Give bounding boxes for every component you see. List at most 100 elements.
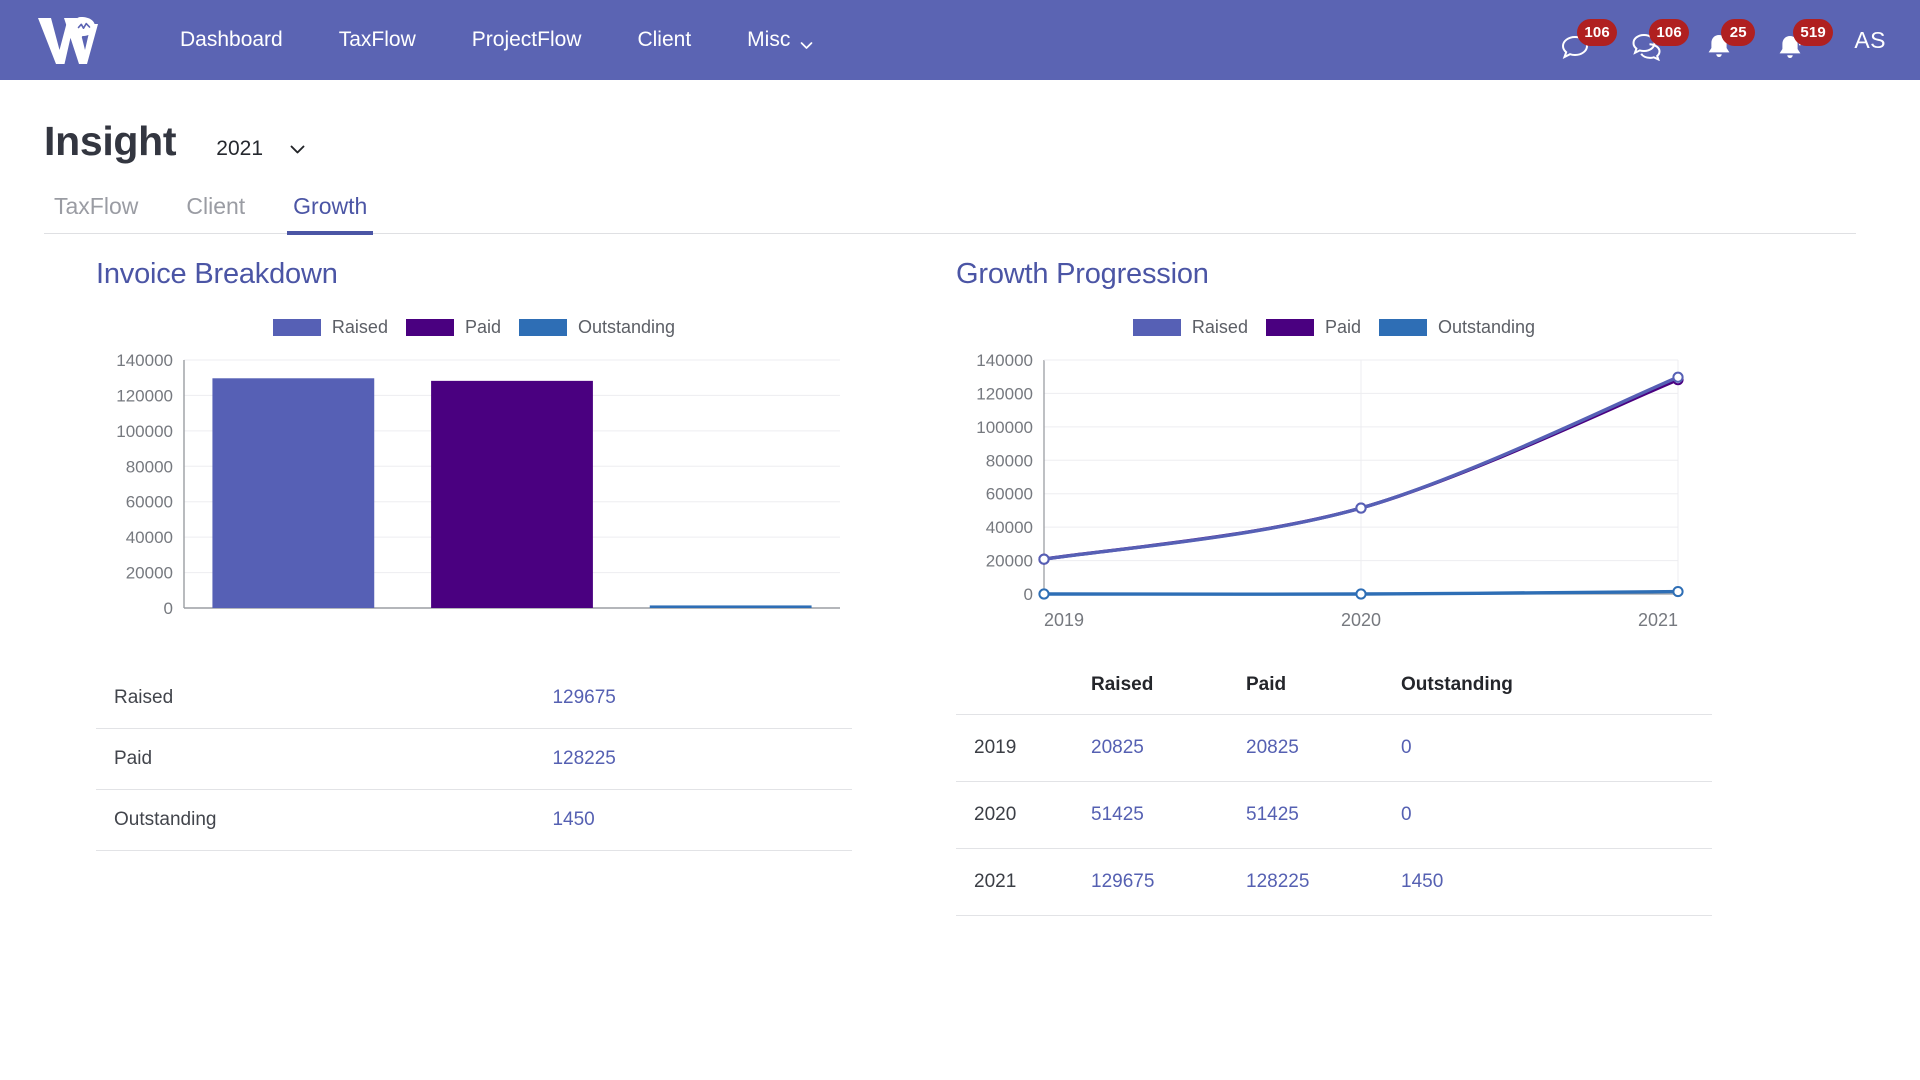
growth-row-raised: 51425 xyxy=(1091,781,1246,849)
svg-text:60000: 60000 xyxy=(126,493,173,512)
messages-badge: 106 xyxy=(1577,19,1617,46)
tab-taxflow[interactable]: TaxFlow xyxy=(44,193,162,233)
tab-client-label: Client xyxy=(186,193,246,219)
insight-tabs: TaxFlow Client Growth xyxy=(44,193,1856,235)
year-selector[interactable]: 2021 xyxy=(216,137,306,165)
nav-link-taxflow[interactable]: TaxFlow xyxy=(311,28,444,52)
legend-item-paid[interactable]: Paid xyxy=(405,317,501,338)
legend-item-paid[interactable]: Paid xyxy=(1265,317,1361,338)
invoice-row-label: Outstanding xyxy=(96,789,535,851)
tab-taxflow-label: TaxFlow xyxy=(54,193,139,219)
page-title: Insight xyxy=(44,118,177,164)
nav-link-misc[interactable]: Misc xyxy=(719,28,841,52)
chevron-down-icon xyxy=(289,141,306,158)
table-row: Paid 128225 xyxy=(96,728,852,790)
tab-growth[interactable]: Growth xyxy=(269,193,391,235)
svg-text:120000: 120000 xyxy=(116,386,173,405)
growth-row-outstanding: 1450 xyxy=(1401,848,1712,916)
growth-row-year: 2021 xyxy=(956,848,1091,916)
table-row: 2020 51425 51425 0 xyxy=(956,781,1712,849)
invoice-chart-legend: Raised Paid Outstanding xyxy=(96,317,852,338)
legend-label-raised: Raised xyxy=(1191,317,1248,337)
svg-text:20000: 20000 xyxy=(986,552,1033,571)
notifications-badge: 519 xyxy=(1793,19,1833,46)
notifications-button[interactable]: 519 xyxy=(1776,17,1833,63)
table-header-row: Raised Paid Outstanding xyxy=(956,662,1712,715)
growth-row-outstanding: 0 xyxy=(1401,714,1712,782)
legend-item-outstanding[interactable]: Outstanding xyxy=(518,317,676,338)
invoice-breakdown-title: Invoice Breakdown xyxy=(96,258,338,290)
nav-link-projectflow[interactable]: ProjectFlow xyxy=(444,28,610,52)
messages-button[interactable]: 106 xyxy=(1560,17,1617,63)
legend-item-outstanding[interactable]: Outstanding xyxy=(1378,317,1536,338)
legend-label-outstanding: Outstanding xyxy=(577,317,676,337)
primary-nav: Dashboard TaxFlow ProjectFlow Client Mis… xyxy=(152,28,841,52)
col-header-raised: Raised xyxy=(1091,674,1154,695)
navbar-actions: 106 106 25 519 AS xyxy=(1560,17,1898,63)
invoice-row-value: 128225 xyxy=(534,728,852,790)
svg-text:100000: 100000 xyxy=(116,422,173,441)
svg-text:80000: 80000 xyxy=(986,451,1033,470)
nav-link-client-label: Client xyxy=(637,28,692,51)
growth-row-paid: 20825 xyxy=(1246,714,1401,782)
growth-row-year: 2020 xyxy=(956,781,1091,849)
invoice-breakdown-bar-chart[interactable]: 0 20000 40000 60000 80000 100000 120000 140000 xyxy=(96,346,928,652)
growth-row-year: 2019 xyxy=(956,714,1091,782)
alerts-button[interactable]: 25 xyxy=(1704,17,1756,63)
invoice-row-value: 1450 xyxy=(534,789,852,851)
invoice-row-label: Paid xyxy=(96,728,535,790)
nav-link-client[interactable]: Client xyxy=(609,28,719,52)
growth-progression-line-chart[interactable]: 0 20000 40000 60000 80000 100000 120000 140000 2… xyxy=(956,346,1888,652)
tab-client[interactable]: Client xyxy=(162,193,269,233)
svg-text:2021: 2021 xyxy=(1638,610,1678,630)
avatar[interactable]: AS xyxy=(1854,27,1886,54)
tab-growth-label: Growth xyxy=(293,193,368,219)
top-navbar: Dashboard TaxFlow ProjectFlow Client Mis… xyxy=(0,0,1920,80)
nav-link-taxflow-label: TaxFlow xyxy=(338,28,416,51)
col-header-paid: Paid xyxy=(1246,674,1287,695)
growth-row-raised: 129675 xyxy=(1091,848,1246,916)
w-speech-bubble-logo[interactable] xyxy=(34,12,104,68)
legend-swatch-outstanding xyxy=(518,319,567,336)
year-selector-value: 2021 xyxy=(216,137,263,160)
growth-progression-table: Raised Paid Outstanding 2019 20825 20825… xyxy=(956,662,1712,916)
svg-text:2020: 2020 xyxy=(1341,610,1381,630)
legend-label-outstanding: Outstanding xyxy=(1437,317,1536,337)
page-header: Insight 2021 xyxy=(0,80,1920,165)
legend-label-paid: Paid xyxy=(464,317,501,337)
svg-text:0: 0 xyxy=(1024,585,1033,604)
table-row: Raised 129675 xyxy=(96,668,852,729)
legend-swatch-outstanding xyxy=(1378,319,1427,336)
insight-panels: Invoice Breakdown Raised Paid Outstandin… xyxy=(0,234,1920,916)
nav-link-dashboard-label: Dashboard xyxy=(180,28,283,51)
svg-text:60000: 60000 xyxy=(986,485,1033,504)
svg-text:80000: 80000 xyxy=(126,457,173,476)
svg-text:40000: 40000 xyxy=(986,518,1033,537)
legend-item-raised[interactable]: Raised xyxy=(272,317,388,338)
invoice-breakdown-table: Raised 129675 Paid 128225 Outstanding 14… xyxy=(96,668,852,851)
svg-text:100000: 100000 xyxy=(976,418,1033,437)
table-row: Outstanding 1450 xyxy=(96,789,852,851)
conversations-button[interactable]: 106 xyxy=(1632,17,1689,63)
legend-item-raised[interactable]: Raised xyxy=(1132,317,1248,338)
invoice-row-label: Raised xyxy=(96,668,535,729)
table-row: 2019 20825 20825 0 xyxy=(956,714,1712,782)
svg-text:140000: 140000 xyxy=(116,351,173,370)
legend-swatch-raised xyxy=(1132,319,1181,336)
growth-chart-legend: Raised Paid Outstanding xyxy=(956,317,1712,338)
alerts-badge: 25 xyxy=(1721,19,1756,46)
growth-row-paid: 128225 xyxy=(1246,848,1401,916)
legend-swatch-paid xyxy=(405,319,454,336)
growth-row-raised: 20825 xyxy=(1091,714,1246,782)
table-row: 2021 129675 128225 1450 xyxy=(956,848,1712,916)
col-header-year xyxy=(956,662,1091,715)
svg-text:120000: 120000 xyxy=(976,384,1033,403)
svg-text:40000: 40000 xyxy=(126,528,173,547)
growth-progression-title: Growth Progression xyxy=(956,258,1209,290)
nav-link-dashboard[interactable]: Dashboard xyxy=(152,28,311,52)
invoice-row-value: 129675 xyxy=(534,668,852,729)
legend-label-paid: Paid xyxy=(1324,317,1361,337)
col-header-outstanding: Outstanding xyxy=(1401,674,1513,695)
conversations-badge: 106 xyxy=(1649,19,1689,46)
growth-progression-panel: Growth Progression Raised Paid Outstandi… xyxy=(928,258,1888,916)
